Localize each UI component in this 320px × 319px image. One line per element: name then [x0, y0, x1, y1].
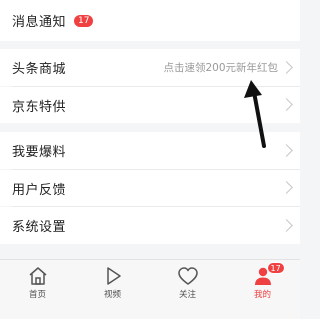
tab-label: 首页: [28, 290, 46, 300]
menu-item-label: 系统设置: [12, 220, 67, 235]
tab-label: 我的: [253, 290, 271, 300]
menu-item-settings[interactable]: 系统设置: [0, 207, 300, 244]
heart-icon: [177, 267, 198, 285]
tab-mine[interactable]: 17 我的: [225, 260, 300, 319]
menu-item-label: 用户反馈: [12, 182, 67, 198]
menu-item-label: 消息通知: [12, 15, 67, 30]
play-icon: [106, 267, 121, 285]
mine-badge: 17: [266, 262, 285, 274]
menu-item-notifications[interactable]: 消息通知 17: [0, 0, 300, 41]
tab-follow[interactable]: 关注: [150, 260, 225, 319]
tab-label: 关注: [178, 290, 196, 300]
home-icon: [29, 267, 46, 285]
menu-item-feedback[interactable]: 用户反馈: [0, 170, 300, 206]
chevron-right-icon: [280, 143, 293, 157]
menu-item-label: 京东特供: [12, 99, 67, 115]
arrow-icon: [244, 80, 266, 148]
bottom-tab-bar: 首页 视频 关注 17 我的: [0, 259, 300, 319]
tab-home[interactable]: 首页: [0, 260, 75, 319]
chevron-right-icon: [280, 60, 293, 74]
menu-item-label: 我要爆料: [12, 145, 67, 160]
menu-item-label: 头条商城: [12, 62, 67, 77]
promo-hint: 点击速领200元新年红包: [163, 62, 278, 74]
tab-label: 视频: [103, 290, 121, 300]
chevron-right-icon: [280, 181, 293, 194]
chevron-right-icon: [280, 98, 293, 111]
tab-video[interactable]: 视频: [75, 260, 150, 319]
notification-count-badge: 17: [74, 14, 94, 27]
chevron-right-icon: [280, 218, 293, 232]
